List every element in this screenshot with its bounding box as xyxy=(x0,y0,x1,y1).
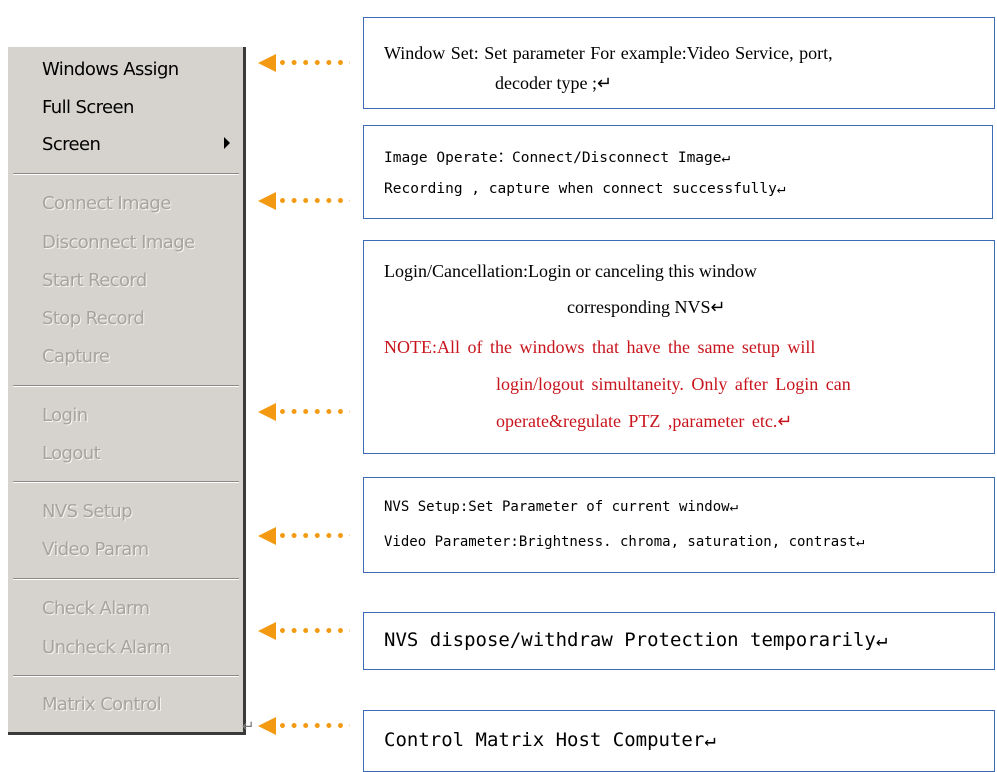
menu-item-video-param[interactable]: Video Param xyxy=(42,539,149,560)
menu-separator xyxy=(13,675,239,677)
menu-item-login[interactable]: Login xyxy=(42,405,88,426)
menu-separator xyxy=(13,385,239,387)
menu-item-matrix-control[interactable]: Matrix Control xyxy=(42,694,162,715)
menu-item-screen[interactable]: Screen xyxy=(42,134,101,155)
dotted-arrow-left-icon xyxy=(258,716,353,736)
description-line: Window Set: Set parameter For example:Vi… xyxy=(384,43,833,63)
dotted-arrow-left-icon xyxy=(258,402,353,422)
matrix-control-description: Control Matrix Host Computer↵ xyxy=(363,710,995,772)
menu-item-windows-assign[interactable]: Windows Assign xyxy=(42,59,179,80)
note-line: operate&regulate PTZ ,parameter etc.↵ xyxy=(496,411,793,431)
dotted-arrow-left-icon xyxy=(258,621,353,641)
description-line: NVS Setup:Set Parameter of current windo… xyxy=(384,499,739,515)
nvs-setup-description: NVS Setup:Set Parameter of current windo… xyxy=(363,477,995,573)
menu-item-stop-record[interactable]: Stop Record xyxy=(42,308,145,329)
dotted-arrow-left-icon xyxy=(258,53,353,73)
description-line: Control Matrix Host Computer↵ xyxy=(384,729,716,751)
description-line: Login/Cancellation:Login or canceling th… xyxy=(384,261,757,281)
dotted-arrow-left-icon xyxy=(258,191,353,211)
login-description: Login/Cancellation:Login or canceling th… xyxy=(363,240,995,454)
description-line: NVS dispose/withdraw Protection temporar… xyxy=(384,629,888,651)
menu-item-capture[interactable]: Capture xyxy=(42,346,110,367)
description-line: Video Parameter:Brightness. chroma, satu… xyxy=(384,534,865,550)
return-mark-icon: ↵ xyxy=(242,717,255,735)
description-line: decoder type ;↵ xyxy=(495,73,613,93)
image-operate-description: Image Operate：Connect/Disconnect Image↵ … xyxy=(363,125,993,219)
menu-item-logout[interactable]: Logout xyxy=(42,443,101,464)
menu-item-uncheck-alarm[interactable]: Uncheck Alarm xyxy=(42,637,171,658)
menu-separator xyxy=(13,481,239,483)
description-line: Recording , capture when connect success… xyxy=(384,181,786,197)
description-line: Image Operate：Connect/Disconnect Image↵ xyxy=(384,150,731,166)
description-line: corresponding NVS↵ xyxy=(567,297,726,317)
alarm-description: NVS dispose/withdraw Protection temporar… xyxy=(363,612,995,670)
menu-item-check-alarm[interactable]: Check Alarm xyxy=(42,598,150,619)
menu-item-disconnect-image[interactable]: Disconnect Image xyxy=(42,232,195,253)
window-set-description: Window Set: Set parameter For example:Vi… xyxy=(363,17,995,109)
menu-separator xyxy=(13,173,239,175)
menu-item-full-screen[interactable]: Full Screen xyxy=(42,97,134,118)
menu-separator xyxy=(13,578,239,580)
submenu-arrow-icon xyxy=(224,137,230,149)
dotted-arrow-left-icon xyxy=(258,526,353,546)
menu-item-connect-image[interactable]: Connect Image xyxy=(42,193,171,214)
context-menu: Windows Assign Full Screen Screen Connec… xyxy=(8,47,246,735)
menu-item-nvs-setup[interactable]: NVS Setup xyxy=(42,501,133,522)
note-line: login/logout simultaneity. Only after Lo… xyxy=(496,374,851,394)
menu-item-start-record[interactable]: Start Record xyxy=(42,270,147,291)
note-line: NOTE:All of the windows that have the sa… xyxy=(384,337,816,357)
